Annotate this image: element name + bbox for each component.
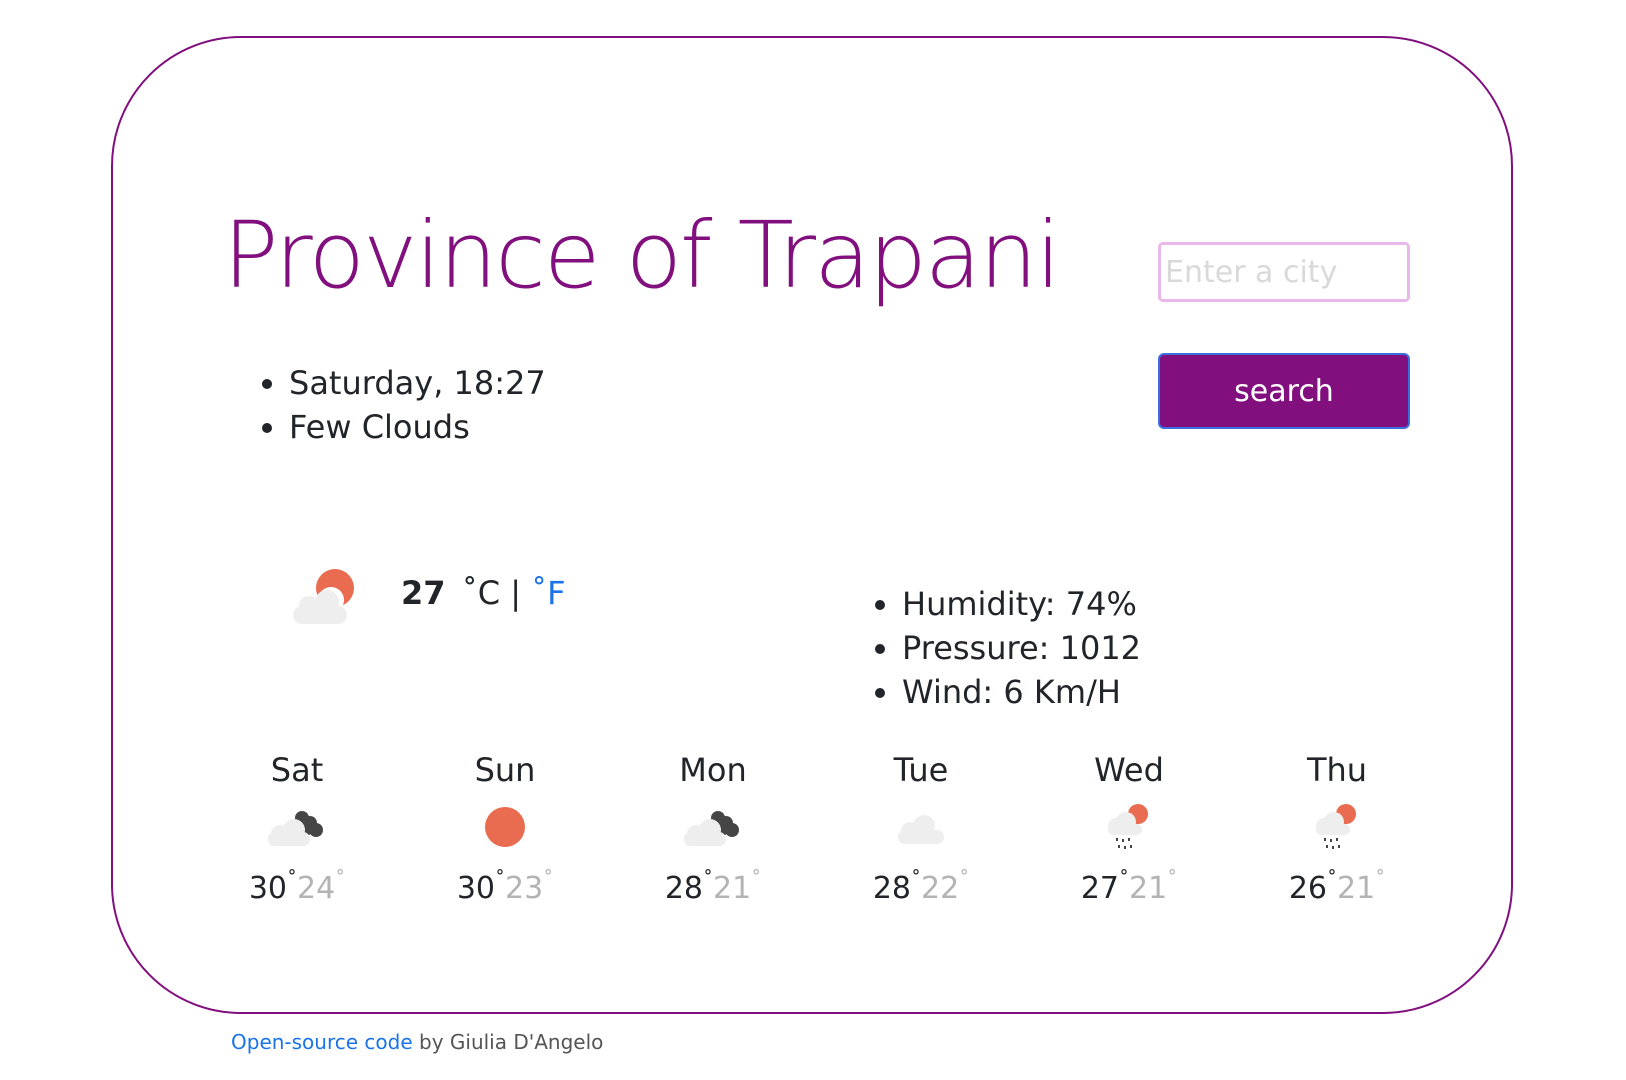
forecast-min: 21 [1337, 871, 1376, 906]
forecast-day: Sun 30˚23˚ [401, 748, 609, 906]
city-title: Province of Trapani [223, 202, 1061, 309]
source-code-link[interactable]: Open-source code [231, 1030, 413, 1054]
degree-symbol: ˚ [911, 868, 921, 892]
celsius-unit: ˚C [461, 574, 501, 612]
forecast-day: Mon 28˚21˚ [609, 748, 817, 906]
wind: Wind: 6 Km/H [902, 670, 1141, 714]
temperature-value: 27 [401, 574, 446, 612]
forecast-temps: 27˚21˚ [1025, 868, 1233, 906]
forecast-day-name: Tue [893, 751, 949, 789]
forecast-max: 28 [872, 871, 911, 906]
rain-sun-icon [1108, 804, 1148, 849]
weather-details: Humidity: 74% Pressure: 1012 Wind: 6 Km/… [866, 582, 1141, 714]
degree-symbol: ˚ [959, 868, 970, 892]
forecast-max: 30 [248, 871, 287, 906]
degree-symbol: ˚ [287, 868, 297, 892]
degree-symbol: ˚ [751, 868, 762, 892]
forecast-max: 30 [456, 871, 495, 906]
forecast-min: 24 [297, 871, 336, 906]
footer: Open-source code by Giulia D'Angelo [231, 1030, 603, 1054]
forecast-day-name: Sat [270, 751, 324, 789]
degree-symbol: ˚ [703, 868, 713, 892]
forecast-temps: 30˚23˚ [401, 868, 609, 906]
weather-description: Few Clouds [289, 405, 546, 449]
broken-clouds-icon [684, 811, 739, 846]
few-clouds-icon [291, 569, 354, 626]
degree-symbol: ˚ [495, 868, 505, 892]
degree-symbol: ˚ [1167, 868, 1178, 892]
clear-sky-icon [485, 807, 525, 847]
forecast-day: Tue 28˚22˚ [817, 748, 1025, 906]
footer-credit: by Giulia D'Angelo [412, 1030, 604, 1054]
rain-sun-icon [1316, 804, 1356, 849]
forecast-min: 21 [713, 871, 752, 906]
forecast-temps: 26˚21˚ [1233, 868, 1441, 906]
date-time: Saturday, 18:27 [289, 361, 546, 405]
degree-symbol: ˚ [1119, 868, 1129, 892]
forecast-day: Wed 27˚21˚ [1025, 748, 1233, 906]
degree-symbol: ˚ [1375, 868, 1386, 892]
forecast-max: 27 [1080, 871, 1119, 906]
forecast-temps: 28˚21˚ [609, 868, 817, 906]
forecast-min: 23 [505, 871, 544, 906]
info-list: Saturday, 18:27 Few Clouds [253, 361, 546, 449]
current-temperature: 27 ˚C | ˚F [401, 574, 566, 612]
forecast-day: Sat 30˚24˚ [193, 748, 401, 906]
degree-symbol: ˚ [543, 868, 554, 892]
humidity: Humidity: 74% [902, 582, 1141, 626]
forecast-min: 22 [921, 871, 960, 906]
forecast-temps: 30˚24˚ [193, 868, 401, 906]
forecast-max: 28 [664, 871, 703, 906]
forecast-day-name: Thu [1306, 751, 1368, 789]
degree-symbol: ˚ [335, 868, 346, 892]
fahrenheit-link[interactable]: ˚F [531, 574, 565, 612]
degree-symbol: ˚ [1327, 868, 1337, 892]
forecast-min: 21 [1129, 871, 1168, 906]
search-button[interactable]: search [1158, 353, 1410, 429]
forecast: Sat 30˚24˚ Sun 30˚23˚ Mon 28˚21˚ Tue 28˚… [193, 748, 1441, 918]
search-input[interactable] [1158, 242, 1410, 302]
broken-clouds-icon [268, 811, 323, 846]
forecast-day-name: Sun [474, 751, 536, 789]
forecast-max: 26 [1288, 871, 1327, 906]
forecast-day-name: Mon [679, 751, 747, 789]
unit-separator: | [510, 574, 521, 612]
forecast-temps: 28˚22˚ [817, 868, 1025, 906]
pressure: Pressure: 1012 [902, 626, 1141, 670]
forecast-day: Thu 26˚21˚ [1233, 748, 1441, 906]
forecast-day-name: Wed [1094, 751, 1164, 789]
cloud-icon [898, 815, 944, 844]
